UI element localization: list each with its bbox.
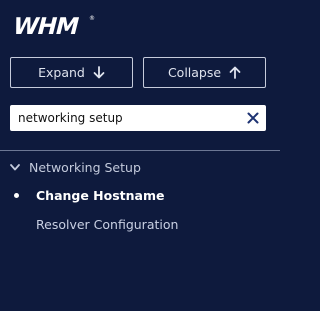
active-bullet-icon [14,193,19,198]
nav-item-change-hostname[interactable]: Change Hostname [14,188,165,203]
clear-search-button[interactable] [240,105,266,131]
expand-button[interactable]: Expand [10,57,133,88]
arrow-down-icon [93,66,105,79]
search-input[interactable] [10,105,240,131]
collapse-button[interactable]: Collapse [143,57,266,88]
nav-section-networking-setup[interactable]: Networking Setup [10,160,141,175]
arrow-up-icon [229,66,241,79]
nav-item-label: Resolver Configuration [36,217,179,232]
collapse-label: Collapse [167,65,222,80]
sidebar: WHM ® Expand Collapse networking setup N… [0,0,280,311]
whm-logo[interactable]: WHM ® [11,12,101,38]
nav-section-label: Networking Setup [29,160,141,175]
nav-item-label: Change Hostname [36,188,165,203]
whm-logo-mark: WHM ® [11,12,95,38]
logo-trademark: ® [89,15,95,22]
nav-item-resolver-configuration[interactable]: Resolver Configuration [14,217,178,232]
search-box [10,105,266,131]
divider [0,150,280,151]
logo-text: WHM [11,12,81,38]
close-icon [247,112,259,124]
chevron-down-icon [10,164,20,171]
expand-label: Expand [38,65,85,80]
